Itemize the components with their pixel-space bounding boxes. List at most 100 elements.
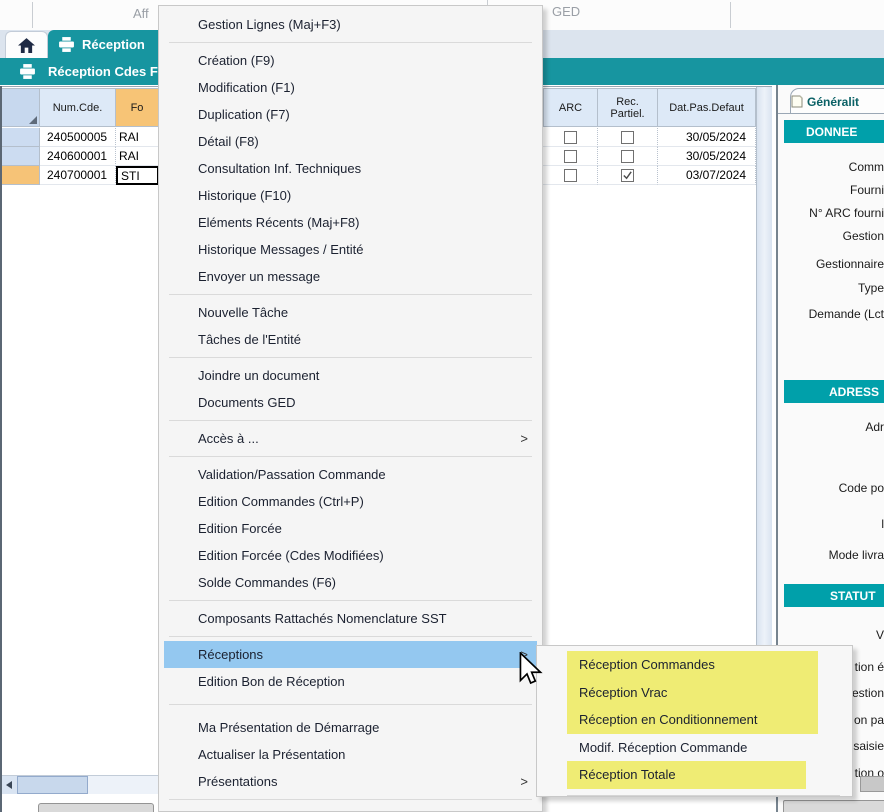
menu-item[interactable]: Solde Commandes (F6) [159,569,542,596]
rec-partiel-checkbox[interactable] [621,169,634,182]
menu-item[interactable]: Actualiser la Présentation [159,741,542,768]
menu-item[interactable]: Composants Rattachés Nomenclature SST [159,605,542,632]
row-selector[interactable] [0,147,40,166]
menu-separator [169,704,532,705]
menu-separator [169,42,532,43]
field-label: Type [858,281,884,295]
scroll-left-button[interactable] [0,776,18,794]
cell-fournisseur[interactable]: STI [116,166,159,185]
submenu-item-label: Modif. Réception Commande [537,740,747,755]
menu-separator [169,420,532,421]
submenu-item[interactable]: Réception en Conditionnement [537,706,852,734]
submenu-item-label: Réception Commandes [537,657,715,672]
menu-item[interactable]: Accès à ...> [159,425,542,452]
menu-item[interactable]: Edition Commandes (Ctrl+P) [159,488,542,515]
cell-num-cde[interactable]: 240600001 [40,147,116,166]
column-header-rec-partiel[interactable]: Rec.Partiel. [597,88,658,127]
cell-date-defaut[interactable]: 03/07/2024 [658,166,756,185]
panel-divider [778,113,884,114]
mouse-cursor [518,652,544,690]
submenu-item-label: Réception Vrac [537,685,667,700]
menu-separator [169,456,532,457]
printer-icon [19,64,36,79]
menu-item[interactable]: Eléments Récents (Maj+F8) [159,209,542,236]
menu-separator [567,795,840,796]
cell-date-defaut[interactable]: 30/05/2024 [658,128,756,147]
menu-item[interactable]: Historique (F10) [159,182,542,209]
submenu-item[interactable]: Réception Commandes [537,651,852,679]
cell-arc[interactable] [543,147,598,166]
horizontal-scrollbar-thumb[interactable] [17,776,88,794]
home-tab[interactable] [5,31,48,59]
menu-item[interactable]: Gestion Lignes (Maj+F3) [159,11,542,38]
cell-rec-partiel[interactable] [598,166,658,185]
section-header: ADRESS [784,380,884,403]
field-label: Mode livra [829,548,884,562]
menu-item[interactable]: Modification (F1) [159,74,542,101]
cell-num-cde[interactable]: 240500005 [40,128,116,147]
rec-partiel-checkbox[interactable] [621,131,634,144]
submenu-item[interactable]: Réception Vrac [537,679,852,707]
column-header-arc[interactable]: ARC [543,88,598,127]
menu-item[interactable]: Réceptions> [164,641,537,668]
menu-item[interactable]: Présentations> [159,768,542,795]
column-header-fo[interactable]: Fo [115,88,159,127]
field-label: Gestionnaire [816,257,884,271]
menu-item[interactable]: Tâches de l'Entité [159,326,542,353]
arc-checkbox[interactable] [564,169,577,182]
rec-partiel-checkbox[interactable] [621,150,634,163]
menu-item[interactable]: Validation/Passation Commande [159,461,542,488]
cell-date-defaut[interactable]: 30/05/2024 [658,147,756,166]
cell-arc[interactable] [543,128,598,147]
arc-checkbox[interactable] [564,150,577,163]
top-tab-aff[interactable]: Aff [133,6,149,21]
field-label: Gestion [843,229,884,243]
cell-fournisseur[interactable]: RAI [116,147,159,166]
tab-reception-label: Réception [82,37,145,52]
menu-item[interactable]: Ma Présentation de Démarrage [159,714,542,741]
section-header: DONNEE [784,120,884,143]
grid-corner-cell[interactable] [0,88,40,127]
menu-separator [169,600,532,601]
column-header-rec-partiel-label: Rec.Partiel. [610,96,644,120]
menu-item[interactable]: Envoyer un message [159,263,542,290]
menu-item[interactable]: Joindre un document [159,362,542,389]
cell-rec-partiel[interactable] [598,147,658,166]
cell-num-cde[interactable]: 240700001 [40,166,116,185]
field-label: Demande (Lct [809,307,884,321]
field-label: Fourni [850,183,884,197]
tab-divider [730,2,731,28]
menu-separator [169,294,532,295]
printer-icon [58,37,75,52]
row-selector[interactable] [0,166,40,185]
menu-item[interactable]: Création (F9) [159,47,542,74]
menu-separator [169,357,532,358]
corner-triangle-icon [29,116,37,124]
field-label: Comm [849,160,884,174]
cell-arc[interactable] [543,166,598,185]
top-tab-ged[interactable]: GED [552,4,580,19]
field-label-clipped: estion [852,686,884,700]
cell-rec-partiel[interactable] [598,128,658,147]
menu-item[interactable]: Duplication (F7) [159,101,542,128]
menu-item[interactable]: Edition Bon de Réception [159,668,542,695]
menu-item[interactable]: Détail (F8) [159,128,542,155]
tab-generalites[interactable]: Généralit [790,88,884,114]
panel-field-box [860,776,884,792]
field-label-clipped: on pa [854,713,884,727]
submenu-item[interactable]: Modif. Réception Commande [537,734,852,762]
menu-item[interactable]: Edition Forcée (Cdes Modifiées) [159,542,542,569]
submenu-item[interactable]: Réception Totale [537,761,852,789]
menu-item[interactable]: Historique Messages / Entité [159,236,542,263]
column-header-date-defaut[interactable]: Dat.Pas.Defaut [657,88,756,127]
arc-checkbox[interactable] [564,131,577,144]
cell-fournisseur[interactable]: RAI [116,128,159,147]
row-selector[interactable] [0,128,40,147]
application-window: Aff GED Réception Réception Cdes F Num.C… [0,0,884,812]
column-header-num-cde[interactable]: Num.Cde. [39,88,116,127]
menu-item[interactable]: Nouvelle Tâche [159,299,542,326]
field-label: Code po [839,481,884,495]
menu-item[interactable]: Edition Forcée [159,515,542,542]
menu-item[interactable]: Consultation Inf. Techniques [159,155,542,182]
menu-item[interactable]: Documents GED [159,389,542,416]
